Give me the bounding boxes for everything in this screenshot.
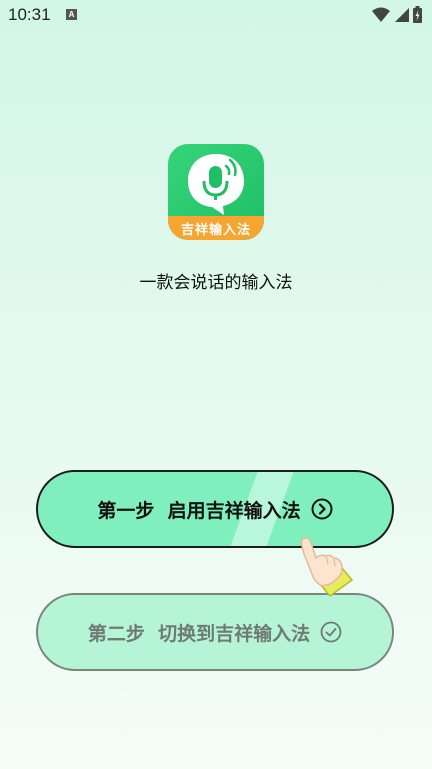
pointing-hand-icon bbox=[300, 537, 354, 598]
wifi-icon bbox=[372, 7, 390, 22]
microphone-icon bbox=[188, 154, 244, 215]
status-time: 10:31 bbox=[8, 5, 51, 24]
notification-a-icon: A bbox=[66, 9, 77, 20]
tagline: 一款会说话的输入法 bbox=[139, 273, 293, 293]
chevron-right-circle-icon bbox=[311, 498, 333, 520]
battery-icon bbox=[413, 6, 422, 23]
status-right-icons bbox=[372, 6, 422, 23]
step2-label: 第二步 切换到吉祥输入法 bbox=[87, 622, 311, 645]
cell-signal-icon bbox=[395, 7, 409, 22]
app-icon-label: 吉祥输入法 bbox=[168, 216, 264, 240]
check-circle-icon bbox=[320, 621, 342, 643]
step1-label: 第一步 启用吉祥输入法 bbox=[97, 499, 301, 522]
app-icon: 吉祥输入法 bbox=[168, 144, 264, 240]
status-bar: 10:31 A bbox=[0, 0, 432, 30]
switch-keyboard-button[interactable]: 第二步 切换到吉祥输入法 bbox=[36, 593, 394, 671]
